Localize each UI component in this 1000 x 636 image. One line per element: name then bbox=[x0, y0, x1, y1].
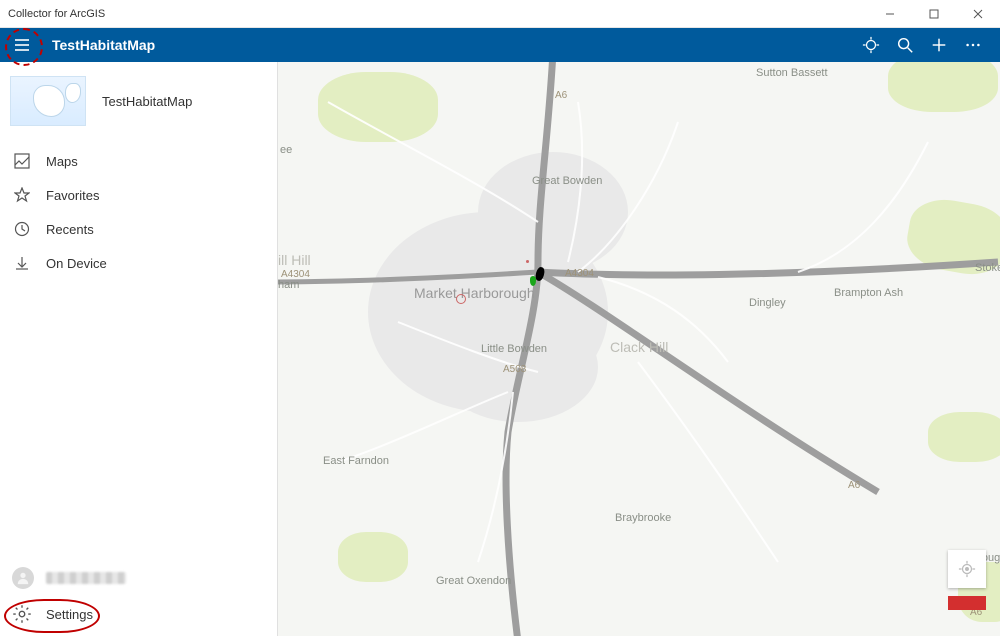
sidebar-item-label: Maps bbox=[46, 154, 78, 169]
map-thumbnail-icon bbox=[10, 76, 86, 126]
sidebar-item-recents[interactable]: Recents bbox=[0, 212, 277, 246]
place-label: ham bbox=[278, 279, 299, 291]
avatar-icon bbox=[12, 567, 34, 589]
close-button[interactable] bbox=[956, 0, 1000, 27]
place-label: East Farndon bbox=[323, 455, 389, 467]
sidebar-item-maps[interactable]: Maps bbox=[0, 144, 277, 178]
current-map-label: TestHabitatMap bbox=[102, 94, 192, 109]
app-title: TestHabitatMap bbox=[52, 37, 155, 53]
settings-button[interactable]: Settings bbox=[0, 596, 277, 632]
road-label: A6 bbox=[555, 90, 567, 101]
search-button[interactable] bbox=[888, 28, 922, 62]
sidebar-item-label: Favorites bbox=[46, 188, 99, 203]
locate-widget[interactable] bbox=[948, 550, 986, 588]
gps-locate-button[interactable] bbox=[854, 28, 888, 62]
place-label: ee bbox=[280, 144, 292, 156]
feature-pin-icon bbox=[530, 276, 536, 286]
place-label: Clack Hill bbox=[610, 339, 668, 355]
settings-label: Settings bbox=[46, 607, 93, 622]
road-label: A6 bbox=[848, 480, 860, 491]
user-row[interactable] bbox=[0, 560, 277, 596]
app-bar: TestHabitatMap bbox=[0, 28, 1000, 62]
road-label: A4304 bbox=[565, 268, 594, 279]
sidebar: TestHabitatMap Maps Favorites Recents On… bbox=[0, 62, 278, 636]
place-label: Dingley bbox=[749, 297, 786, 309]
sidebar-item-on-device[interactable]: On Device bbox=[0, 246, 277, 280]
window-title: Collector for ArcGIS bbox=[8, 8, 105, 20]
sidebar-item-label: On Device bbox=[46, 256, 107, 271]
road-label: A508 bbox=[503, 364, 526, 375]
sidebar-item-label: Recents bbox=[46, 222, 94, 237]
gear-icon bbox=[12, 604, 32, 624]
road-label: A4304 bbox=[281, 269, 310, 280]
username-label bbox=[46, 572, 126, 584]
current-map-item[interactable]: TestHabitatMap bbox=[0, 62, 277, 144]
feature-point-icon bbox=[526, 260, 529, 263]
place-label: Braybrooke bbox=[615, 512, 671, 524]
window-titlebar: Collector for ArcGIS bbox=[0, 0, 1000, 28]
download-icon bbox=[12, 253, 32, 273]
add-button[interactable] bbox=[922, 28, 956, 62]
place-label: ill Hill bbox=[278, 252, 311, 268]
place-label: Great Oxendon bbox=[436, 575, 511, 587]
sidebar-item-favorites[interactable]: Favorites bbox=[0, 178, 277, 212]
minimize-button[interactable] bbox=[868, 0, 912, 27]
maximize-button[interactable] bbox=[912, 0, 956, 27]
more-button[interactable] bbox=[956, 28, 990, 62]
location-ring-icon bbox=[456, 294, 466, 304]
maps-icon bbox=[12, 151, 32, 171]
place-label: Stoke bbox=[975, 262, 1000, 274]
place-label: Great Bowden bbox=[532, 175, 602, 187]
star-icon bbox=[12, 185, 32, 205]
attribution-badge[interactable] bbox=[948, 596, 986, 610]
place-label: Brampton Ash bbox=[834, 287, 903, 299]
place-label: Little Bowden bbox=[481, 343, 547, 355]
map-view[interactable]: Sutton Bassett Great Bowden Market Harbo… bbox=[278, 62, 1000, 636]
clock-icon bbox=[12, 219, 32, 239]
menu-button[interactable] bbox=[10, 33, 34, 57]
place-label: Sutton Bassett bbox=[756, 67, 828, 79]
place-label: Market Harborough bbox=[414, 285, 535, 301]
